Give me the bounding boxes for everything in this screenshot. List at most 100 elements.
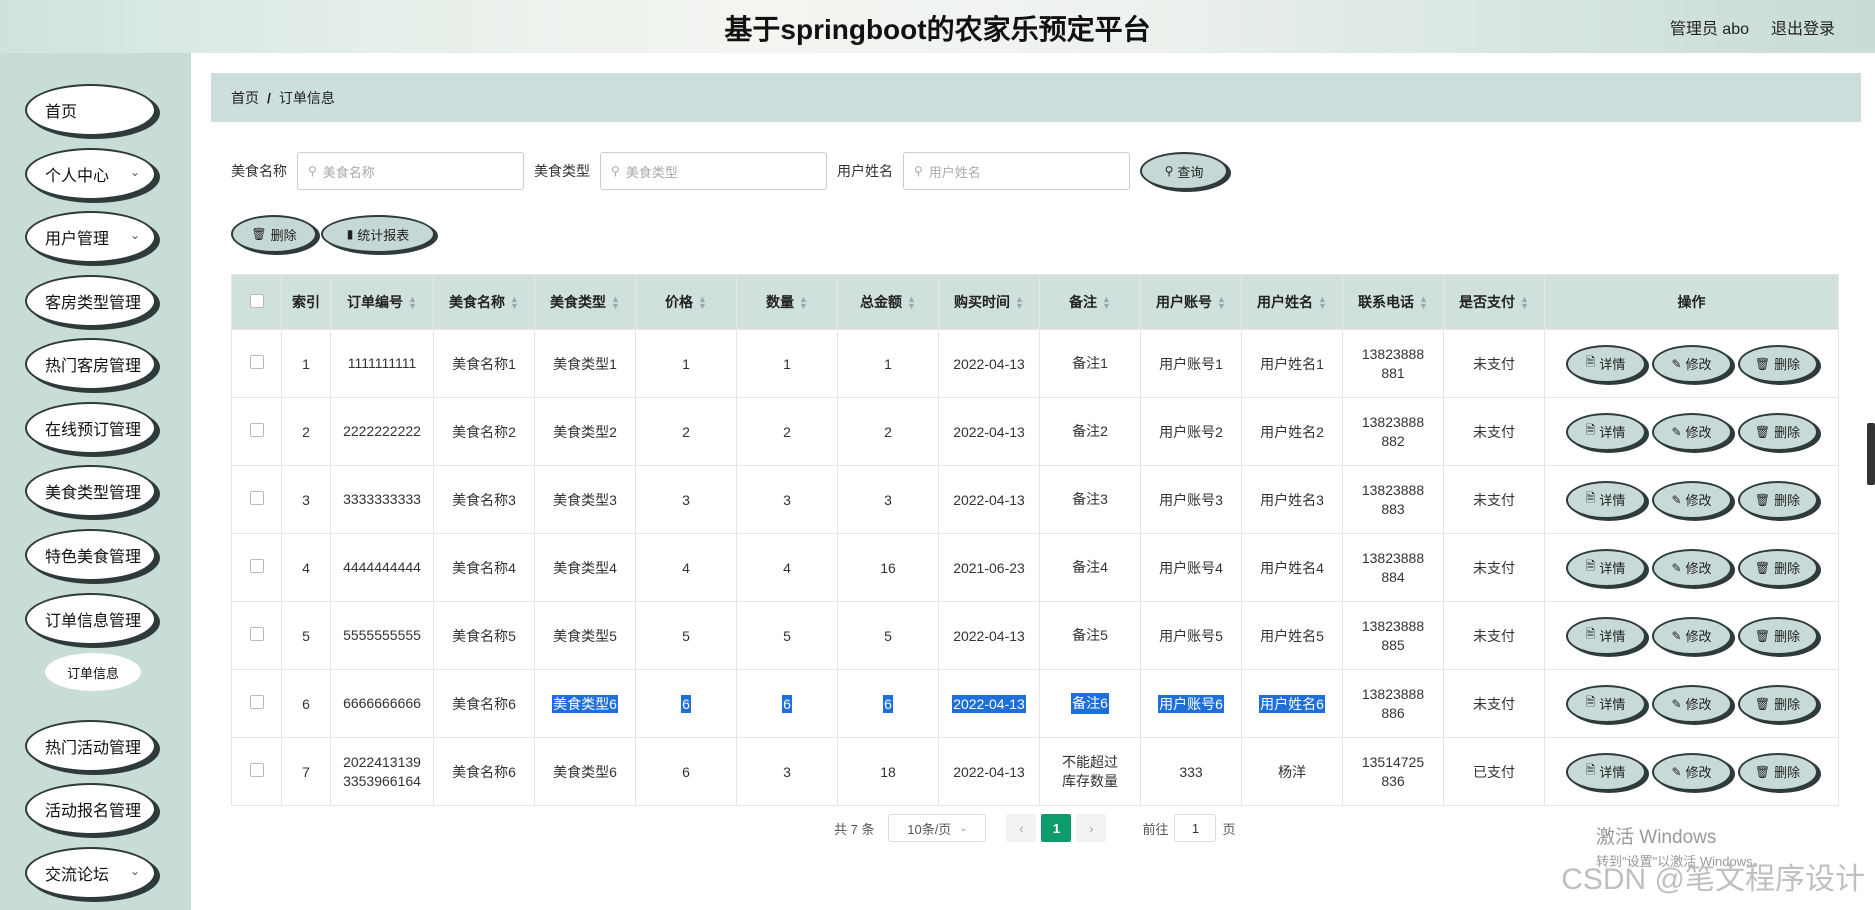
table-row[interactable]: 2 2222222222 美食名称2 美食类型2 2 2 2 2022-04-13 备注2 用户账… — [231, 397, 1839, 466]
food-name-input[interactable]: ⚲ 美食名称 — [297, 152, 524, 190]
delete-button[interactable]: 🗑 删除 — [1737, 548, 1818, 587]
column-header[interactable]: 用户姓名 ▲ ▼ — [1241, 274, 1343, 330]
sidebar-item[interactable]: 活动报名管理 — [25, 783, 156, 835]
table-cell: 5555555555 — [330, 601, 434, 670]
sidebar-item[interactable]: 订单信息管理 — [25, 593, 156, 645]
table-row[interactable]: 6 6666666666 美食名称6 美食类型6 6 6 6 2022-04-13 备注6 用户账… — [231, 669, 1839, 738]
table-cell: 4 — [736, 533, 838, 602]
row-checkbox[interactable] — [249, 355, 264, 369]
cell-value: 3333333333 — [343, 491, 421, 507]
stats-report-button[interactable]: ▮ 统计报表 — [321, 215, 435, 253]
delete-button[interactable]: 🗑 删除 — [1737, 480, 1818, 519]
row-checkbox[interactable] — [249, 559, 264, 573]
cell-value: 美食名称4 — [452, 559, 516, 576]
cell-value: 美食类型4 — [553, 559, 617, 576]
sort-icon[interactable]: ▲ ▼ — [698, 295, 707, 311]
sidebar-item-label: 个人中心 — [45, 168, 110, 185]
sort-icon[interactable]: ▲ ▼ — [510, 295, 519, 311]
sidebar-item-label: 活动报名管理 — [45, 803, 142, 820]
next-page-button[interactable]: › — [1076, 814, 1107, 842]
row-checkbox[interactable] — [249, 423, 264, 437]
batch-delete-button[interactable]: 🗑 删除 — [231, 215, 317, 253]
sort-icon[interactable]: ▲ ▼ — [799, 295, 808, 311]
table-row[interactable]: 4 4444444444 美食名称4 美食类型4 4 4 16 2021-06-23 备注4 用户… — [231, 533, 1839, 602]
delete-button[interactable]: 🗑 删除 — [1737, 616, 1818, 655]
column-header[interactable]: 价格 ▲ ▼ — [635, 274, 737, 330]
row-checkbox[interactable] — [249, 695, 264, 709]
delete-button[interactable]: 🗑 删除 — [1737, 344, 1818, 383]
sort-icon[interactable]: ▲ ▼ — [1102, 295, 1111, 311]
table-row[interactable]: 5 5555555555 美食名称5 美食类型5 5 5 5 2022-04-13 备注5 用户账… — [231, 601, 1839, 670]
detail-button[interactable]: 🗎 详情 — [1565, 548, 1646, 587]
delete-button[interactable]: 🗑 删除 — [1737, 684, 1818, 723]
edit-button[interactable]: ✎ 修改 — [1651, 480, 1732, 519]
page-size-select[interactable]: 10条/页 ⌄ — [888, 814, 987, 842]
logout-link[interactable]: 退出登录 — [1771, 15, 1835, 39]
scrollbar-handle[interactable] — [1867, 423, 1875, 485]
table-cell: 2022-04-13 — [938, 737, 1040, 806]
delete-button[interactable]: 🗑 删除 — [1737, 752, 1818, 791]
sort-icon[interactable]: ▲ ▼ — [408, 295, 417, 311]
sidebar-item[interactable]: 个人中心 ⌄ — [25, 148, 156, 200]
breadcrumb-home[interactable]: 首页 — [231, 88, 259, 108]
sort-icon[interactable]: ▲ ▼ — [1217, 295, 1226, 311]
edit-button[interactable]: ✎ 修改 — [1651, 684, 1732, 723]
sort-icon[interactable]: ▲ ▼ — [1015, 295, 1024, 311]
page-number-current[interactable]: 1 — [1041, 814, 1072, 842]
user-name-input[interactable]: ⚲ 用户姓名 — [903, 152, 1130, 190]
edit-button[interactable]: ✎ 修改 — [1651, 412, 1732, 451]
table-cell: 13823888883 — [1342, 465, 1444, 534]
column-header[interactable]: 数量 ▲ ▼ — [736, 274, 838, 330]
sidebar-subitem-order-info[interactable]: 订单信息 — [45, 653, 141, 691]
page-size-value: 10条/页 — [907, 821, 952, 837]
edit-button[interactable]: ✎ 修改 — [1651, 548, 1732, 587]
table-row[interactable]: 3 3333333333 美食名称3 美食类型3 3 3 3 2022-04-13 备注3 用户账… — [231, 465, 1839, 534]
detail-button[interactable]: 🗎 详情 — [1565, 752, 1646, 791]
sidebar-item[interactable]: 特色美食管理 — [25, 529, 156, 581]
table-row[interactable]: 1 1111111111 美食名称1 美食类型1 1 1 1 2022-04-13 备注1 用户账… — [231, 329, 1839, 398]
column-header[interactable]: 备注 ▲ ▼ — [1039, 274, 1141, 330]
sort-icon[interactable]: ▲ ▼ — [611, 295, 620, 311]
detail-button[interactable]: 🗎 详情 — [1565, 684, 1646, 723]
edit-button[interactable]: ✎ 修改 — [1651, 344, 1732, 383]
sort-icon[interactable]: ▲ ▼ — [1419, 295, 1428, 311]
column-header[interactable]: 联系电话 ▲ ▼ — [1342, 274, 1444, 330]
goto-page-input[interactable]: 1 — [1174, 814, 1217, 842]
detail-button[interactable]: 🗎 详情 — [1565, 344, 1646, 383]
row-checkbox[interactable] — [249, 491, 264, 505]
column-header[interactable]: 总金额 ▲ ▼ — [837, 274, 939, 330]
sort-icon[interactable]: ▲ ▼ — [1318, 295, 1327, 311]
column-header[interactable]: 订单编号 ▲ ▼ — [330, 274, 434, 330]
detail-button[interactable]: 🗎 详情 — [1565, 412, 1646, 451]
sidebar-item[interactable]: 客房类型管理 — [25, 275, 156, 327]
row-checkbox[interactable] — [249, 763, 264, 777]
sidebar-item[interactable]: 首页 — [25, 84, 156, 136]
sidebar-item[interactable]: 交流论坛 ⌄ — [25, 847, 156, 899]
sidebar-item[interactable]: 热门活动管理 — [25, 720, 156, 772]
column-header-label: 购买时间 — [954, 294, 1011, 310]
detail-button[interactable]: 🗎 详情 — [1565, 616, 1646, 655]
cell-value: 未支付 — [1473, 355, 1515, 372]
sidebar-item[interactable]: 用户管理 ⌄ — [25, 211, 156, 263]
column-header[interactable]: 购买时间 ▲ ▼ — [938, 274, 1040, 330]
sort-icon[interactable]: ▲ ▼ — [1520, 295, 1529, 311]
sort-icon[interactable]: ▲ ▼ — [907, 295, 916, 311]
query-button[interactable]: ⚲ 查询 — [1140, 152, 1228, 190]
row-checkbox[interactable] — [249, 627, 264, 641]
column-header[interactable]: 美食名称 ▲ ▼ — [433, 274, 535, 330]
prev-page-button[interactable]: ‹ — [1006, 814, 1037, 842]
column-header[interactable]: 用户账号 ▲ ▼ — [1140, 274, 1242, 330]
column-header[interactable]: 美食类型 ▲ ▼ — [534, 274, 636, 330]
file-icon: 🗎 — [1585, 491, 1596, 505]
select-all-checkbox[interactable] — [249, 293, 264, 308]
table-row[interactable]: 7 20224131393353966164 美食名称6 美食类型6 6 3 18 2022-… — [231, 737, 1839, 806]
edit-button[interactable]: ✎ 修改 — [1651, 616, 1732, 655]
edit-button[interactable]: ✎ 修改 — [1651, 752, 1732, 791]
sidebar-item[interactable]: 在线预订管理 — [25, 402, 156, 454]
delete-button[interactable]: 🗑 删除 — [1737, 412, 1818, 451]
sidebar-item[interactable]: 美食类型管理 — [25, 465, 156, 517]
food-type-input[interactable]: ⚲ 美食类型 — [600, 152, 827, 190]
detail-button[interactable]: 🗎 详情 — [1565, 480, 1646, 519]
sidebar-item[interactable]: 热门客房管理 — [25, 338, 156, 390]
column-header[interactable]: 是否支付 ▲ ▼ — [1443, 274, 1545, 330]
